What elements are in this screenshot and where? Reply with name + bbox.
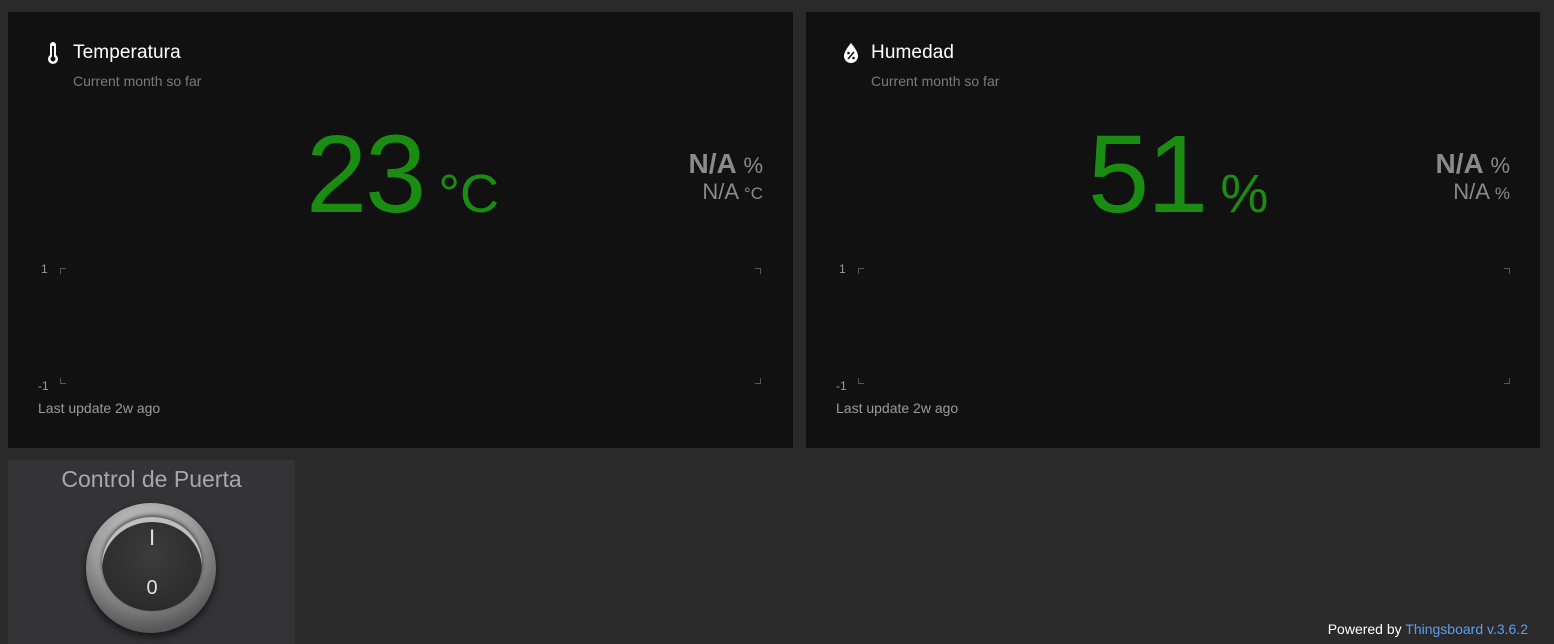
- temperature-axis-top: 1: [41, 262, 48, 276]
- door-toggle-knob[interactable]: I 0: [86, 503, 216, 633]
- temperature-unit: °C: [438, 164, 499, 224]
- sparkline-corner-bl: [60, 378, 66, 384]
- humidity-last-update: Last update 2w ago: [836, 400, 959, 416]
- sparkline-corner-tr: [1504, 268, 1510, 274]
- humidity-stat2-unit: %: [1494, 184, 1510, 203]
- temperature-side-stats: N/A % N/A °C: [688, 150, 763, 203]
- humidity-side-stats: N/A % N/A %: [1435, 150, 1510, 203]
- door-control-title: Control de Puerta: [61, 466, 242, 492]
- humidity-stat1-value: N/A: [1435, 148, 1483, 179]
- footer: Powered by Thingsboard v.3.6.2: [1328, 621, 1528, 637]
- door-toggle-on-label: I: [148, 525, 156, 550]
- temperature-stat2-value: N/A: [702, 179, 738, 204]
- temperature-axis-bottom: -1: [38, 379, 49, 393]
- footer-powered-by: Powered by: [1327, 621, 1402, 637]
- thingsboard-link[interactable]: Thingsboard v.3.6.2: [1405, 621, 1528, 637]
- temperature-subtitle: Current month so far: [73, 73, 202, 89]
- temperature-number: 23: [306, 113, 426, 236]
- humidity-axis-top: 1: [839, 262, 846, 276]
- sparkline-corner-br: [755, 378, 761, 384]
- thermometer-icon: [42, 40, 64, 66]
- humidity-axis-bottom: -1: [836, 379, 847, 393]
- temperature-header: Temperatura: [42, 40, 181, 66]
- water-drop-percent-icon: [840, 40, 862, 66]
- temperature-stat2-unit: °C: [743, 184, 763, 203]
- humidity-stat2-value: N/A: [1453, 179, 1489, 204]
- temperature-value: 23 °C: [306, 120, 499, 230]
- door-control-widget: Control de Puerta I 0: [8, 460, 295, 644]
- humidity-card: Humedad Current month so far 51 % N/A % …: [806, 12, 1540, 448]
- temperature-stat1-value: N/A: [688, 148, 736, 179]
- temperature-stat1-unit: %: [743, 153, 763, 178]
- humidity-title: Humedad: [871, 42, 955, 63]
- humidity-unit: %: [1220, 164, 1269, 224]
- sparkline-corner-tl: [858, 268, 864, 274]
- sparkline-corner-bl: [858, 378, 864, 384]
- sparkline-corner-tr: [755, 268, 761, 274]
- temperature-last-update: Last update 2w ago: [38, 400, 161, 416]
- humidity-subtitle: Current month so far: [871, 73, 1000, 89]
- door-toggle-face[interactable]: I 0: [102, 517, 202, 611]
- door-toggle-off-label: 0: [146, 577, 158, 599]
- temperature-card: Temperatura Current month so far 23 °C N…: [8, 12, 793, 448]
- top-strip: [0, 0, 1554, 12]
- humidity-stat1-unit: %: [1490, 153, 1510, 178]
- sparkline-corner-br: [1504, 378, 1510, 384]
- humidity-number: 51: [1088, 113, 1208, 236]
- humidity-value: 51 %: [1088, 120, 1268, 230]
- temperature-title: Temperatura: [73, 42, 181, 63]
- sparkline-corner-tl: [60, 268, 66, 274]
- humidity-header: Humedad: [840, 40, 954, 66]
